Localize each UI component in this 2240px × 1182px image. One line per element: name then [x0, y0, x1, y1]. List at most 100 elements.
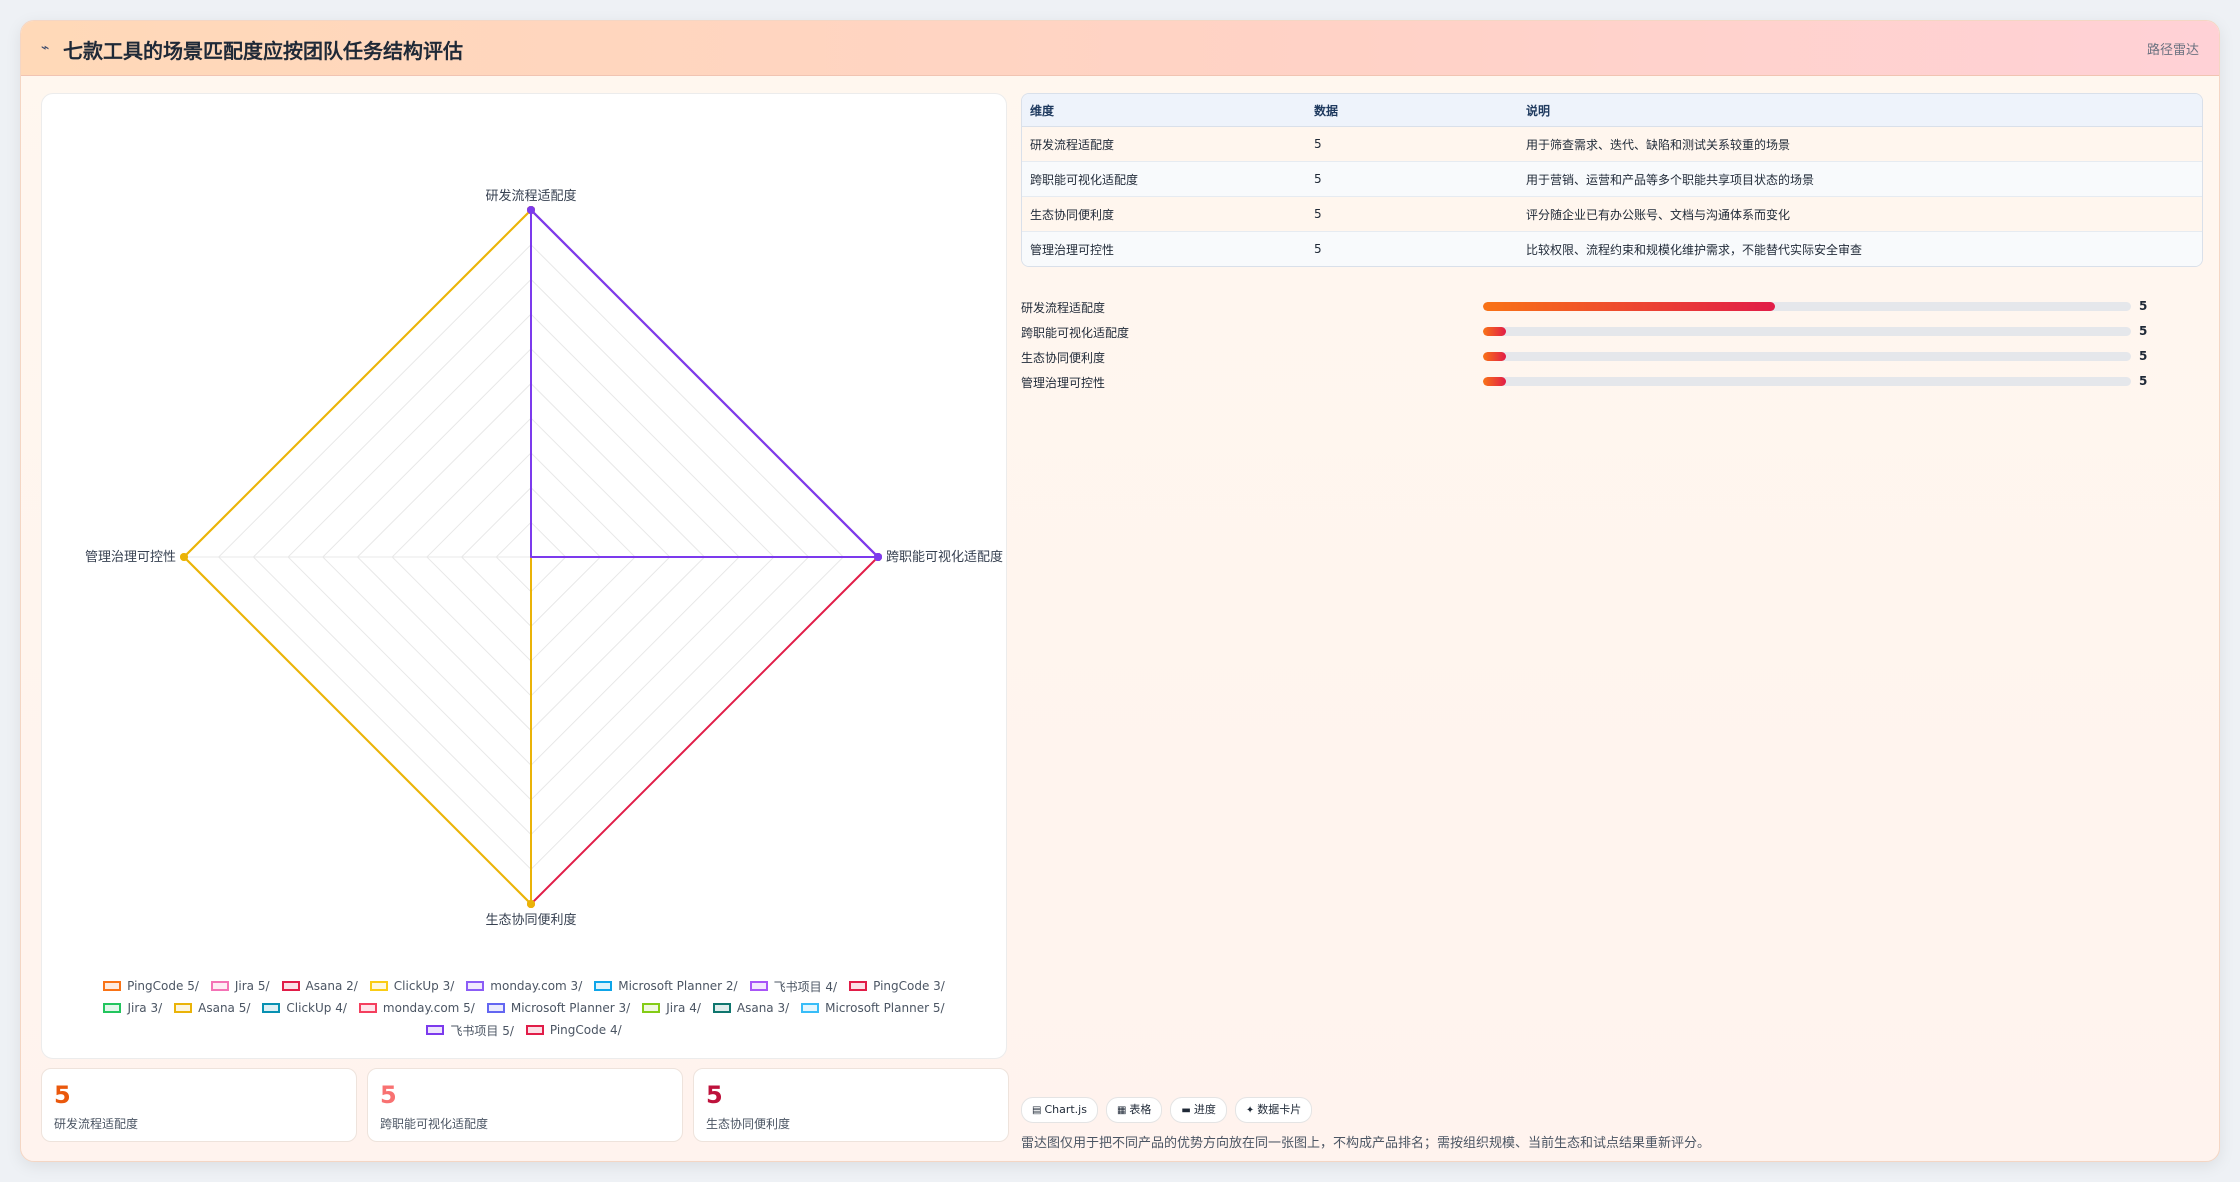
chip-label: Chart.js: [1044, 1103, 1087, 1116]
stat-value: 5: [380, 1081, 397, 1109]
legend-label: 飞书项目 5/: [450, 1023, 514, 1038]
legend-item[interactable]: ClickUp 4/: [262, 1000, 347, 1016]
table-row: 研发流程适配度 5 用于筛查需求、迭代、缺陷和测试关系较重的场景: [1022, 126, 2202, 162]
radar-chart-card: 研发流程适配度 跨职能可视化适配度 生态协同便利度 管理治理可控性 PingCode …: [41, 93, 1007, 1059]
table-row: 生态协同便利度 5 评分随企业已有办公账号、文档与沟通体系而变化: [1022, 196, 2202, 232]
radar-link[interactable]: 路径雷达: [2147, 39, 2199, 58]
legend-label: Microsoft Planner 2/: [618, 979, 738, 993]
table-cell: 跨职能可视化适配度: [1022, 161, 1306, 197]
legend-label: Microsoft Planner 5/: [825, 1001, 945, 1015]
legend-swatch: [262, 1003, 281, 1013]
legend-item[interactable]: Microsoft Planner 3/: [486, 1000, 631, 1016]
legend-swatch: [426, 1025, 445, 1035]
stat-label: 跨职能可视化适配度: [380, 1117, 489, 1131]
table-cell: 用于筛查需求、迭代、缺陷和测试关系较重的场景: [1518, 126, 2202, 162]
legend-item[interactable]: monday.com 3/: [466, 978, 582, 994]
legend-item[interactable]: Jira 4/: [642, 1000, 701, 1016]
stat-label: 研发流程适配度: [54, 1117, 139, 1131]
chip-progress[interactable]: ▬ 进度: [1170, 1097, 1227, 1123]
legend-item[interactable]: 飞书项目 5/: [426, 1022, 514, 1038]
table-cell: 比较权限、流程约束和规模化维护需求，不能替代实际安全审查: [1518, 231, 2202, 266]
legend-label: ClickUp 3/: [393, 979, 455, 993]
legend-swatch: [174, 1003, 193, 1013]
legend-swatch: [801, 1003, 820, 1013]
progress-value: 5: [2139, 299, 2148, 313]
radar-axis-label: 管理治理可控性: [85, 550, 176, 565]
page-title: 七款工具的场景匹配度应按团队任务结构评估: [63, 39, 463, 63]
legend-label: Asana 3/: [736, 1001, 790, 1015]
legend-swatch: [210, 981, 229, 991]
chip-label: 进度: [1193, 1103, 1216, 1116]
legend-item[interactable]: Jira 3/: [103, 1000, 162, 1016]
legend-item[interactable]: ClickUp 3/: [369, 978, 455, 994]
legend-swatch: [642, 1003, 661, 1013]
legend-item[interactable]: Microsoft Planner 5/: [801, 1000, 945, 1016]
legend-item[interactable]: PingCode 4/: [525, 1022, 622, 1038]
chip-data-card[interactable]: ✦ 数据卡片: [1234, 1097, 1313, 1123]
legend-swatch: [486, 1003, 505, 1013]
legend-item[interactable]: Jira 5/: [210, 978, 270, 994]
table-cell: 5: [1306, 196, 1518, 232]
legend-swatch: [358, 1003, 377, 1013]
header-bar: ⌁ 七款工具的场景匹配度应按团队任务结构评估 路径雷达: [21, 21, 2219, 76]
table-header-row: 维度 数据 说明: [1022, 94, 2202, 127]
progress-list: 研发流程适配度 5 跨职能可视化适配度 5 生态协同便利度 5 管理治理可控性 …: [1021, 296, 2201, 396]
legend-swatch: [849, 981, 868, 991]
legend-item[interactable]: PingCode 5/: [103, 978, 199, 994]
legend-label: Jira 4/: [666, 1001, 701, 1015]
legend-item[interactable]: PingCode 3/: [849, 978, 945, 994]
chip-table[interactable]: ▦ 表格: [1105, 1097, 1163, 1123]
radar-chart: 研发流程适配度跨职能可视化适配度生态协同便利度 管理治理可控性: [85, 188, 1003, 928]
table-row: 管理治理可控性 5 比较权限、流程约束和规模化维护需求，不能替代实际安全审查: [1022, 231, 2202, 266]
legend-item[interactable]: 飞书项目 4/: [749, 978, 838, 994]
radar-point: [527, 206, 535, 214]
table-row: 跨职能可视化适配度 5 用于营销、运营和产品等多个职能共享项目状态的场景: [1022, 161, 2202, 197]
progress-track: [1483, 327, 2131, 336]
legend-label: monday.com 3/: [490, 979, 583, 993]
table-icon: ▦: [1116, 1105, 1127, 1116]
stat-card-2: 5 跨职能可视化适配度: [367, 1068, 683, 1142]
progress-fill: [1483, 327, 1506, 336]
chip-label: 表格: [1129, 1103, 1152, 1116]
legend-item[interactable]: monday.com 5/: [358, 1000, 475, 1016]
legend-label: Asana 2/: [305, 979, 358, 993]
progress-fill: [1483, 377, 1506, 386]
column-header: 说明: [1518, 94, 2202, 127]
progress-track: [1483, 352, 2131, 361]
progress-label: 管理治理可控性: [1021, 376, 1106, 390]
table-cell: 5: [1306, 161, 1518, 197]
legend-label: 飞书项目 4/: [773, 979, 838, 994]
tool-chips: ▤ Chart.js ▦ 表格 ▬ 进度 ✦ 数据卡片: [1021, 1097, 1313, 1123]
sparkle-icon: ✦: [1245, 1105, 1255, 1116]
legend-label: Microsoft Planner 3/: [510, 1001, 631, 1015]
legend-swatch: [103, 981, 122, 991]
legend-label: PingCode 4/: [549, 1023, 622, 1037]
legend-item[interactable]: Asana 5/: [174, 1000, 250, 1016]
table-cell: 用于营销、运营和产品等多个职能共享项目状态的场景: [1518, 161, 2202, 197]
radar-point: [180, 553, 188, 561]
stat-value: 5: [706, 1081, 723, 1109]
progress-value: 5: [2139, 374, 2148, 388]
progress-label: 跨职能可视化适配度: [1021, 326, 1130, 340]
legend-item[interactable]: Asana 2/: [281, 978, 358, 994]
legend-label: PingCode 5/: [127, 979, 199, 993]
legend-swatch: [712, 1003, 731, 1013]
progress-value: 5: [2139, 349, 2148, 363]
legend-label: Jira 5/: [234, 979, 270, 993]
legend-label: Jira 3/: [127, 1001, 163, 1015]
progress-track: [1483, 302, 2131, 311]
progress-label: 研发流程适配度: [1021, 301, 1106, 315]
legend-item[interactable]: Asana 3/: [712, 1000, 790, 1016]
column-header: 数据: [1306, 94, 1518, 127]
legend-swatch: [281, 981, 300, 991]
table-cell: 管理治理可控性: [1022, 231, 1306, 266]
table-cell: 评分随企业已有办公账号、文档与沟通体系而变化: [1518, 196, 2202, 232]
radar-axis-label: 跨职能可视化适配度: [886, 549, 1003, 565]
legend-item[interactable]: Microsoft Planner 2/: [594, 978, 738, 994]
dimension-table: 维度 数据 说明 研发流程适配度 5 用于筛查需求、迭代、缺陷和测试关系较重的场…: [1021, 93, 2203, 267]
legend-label: PingCode 3/: [873, 979, 945, 993]
table-cell: 5: [1306, 126, 1518, 162]
chip-chartjs[interactable]: ▤ Chart.js: [1021, 1097, 1098, 1123]
progress-row: 研发流程适配度 5: [1021, 296, 2201, 321]
stat-value: 5: [54, 1081, 71, 1109]
